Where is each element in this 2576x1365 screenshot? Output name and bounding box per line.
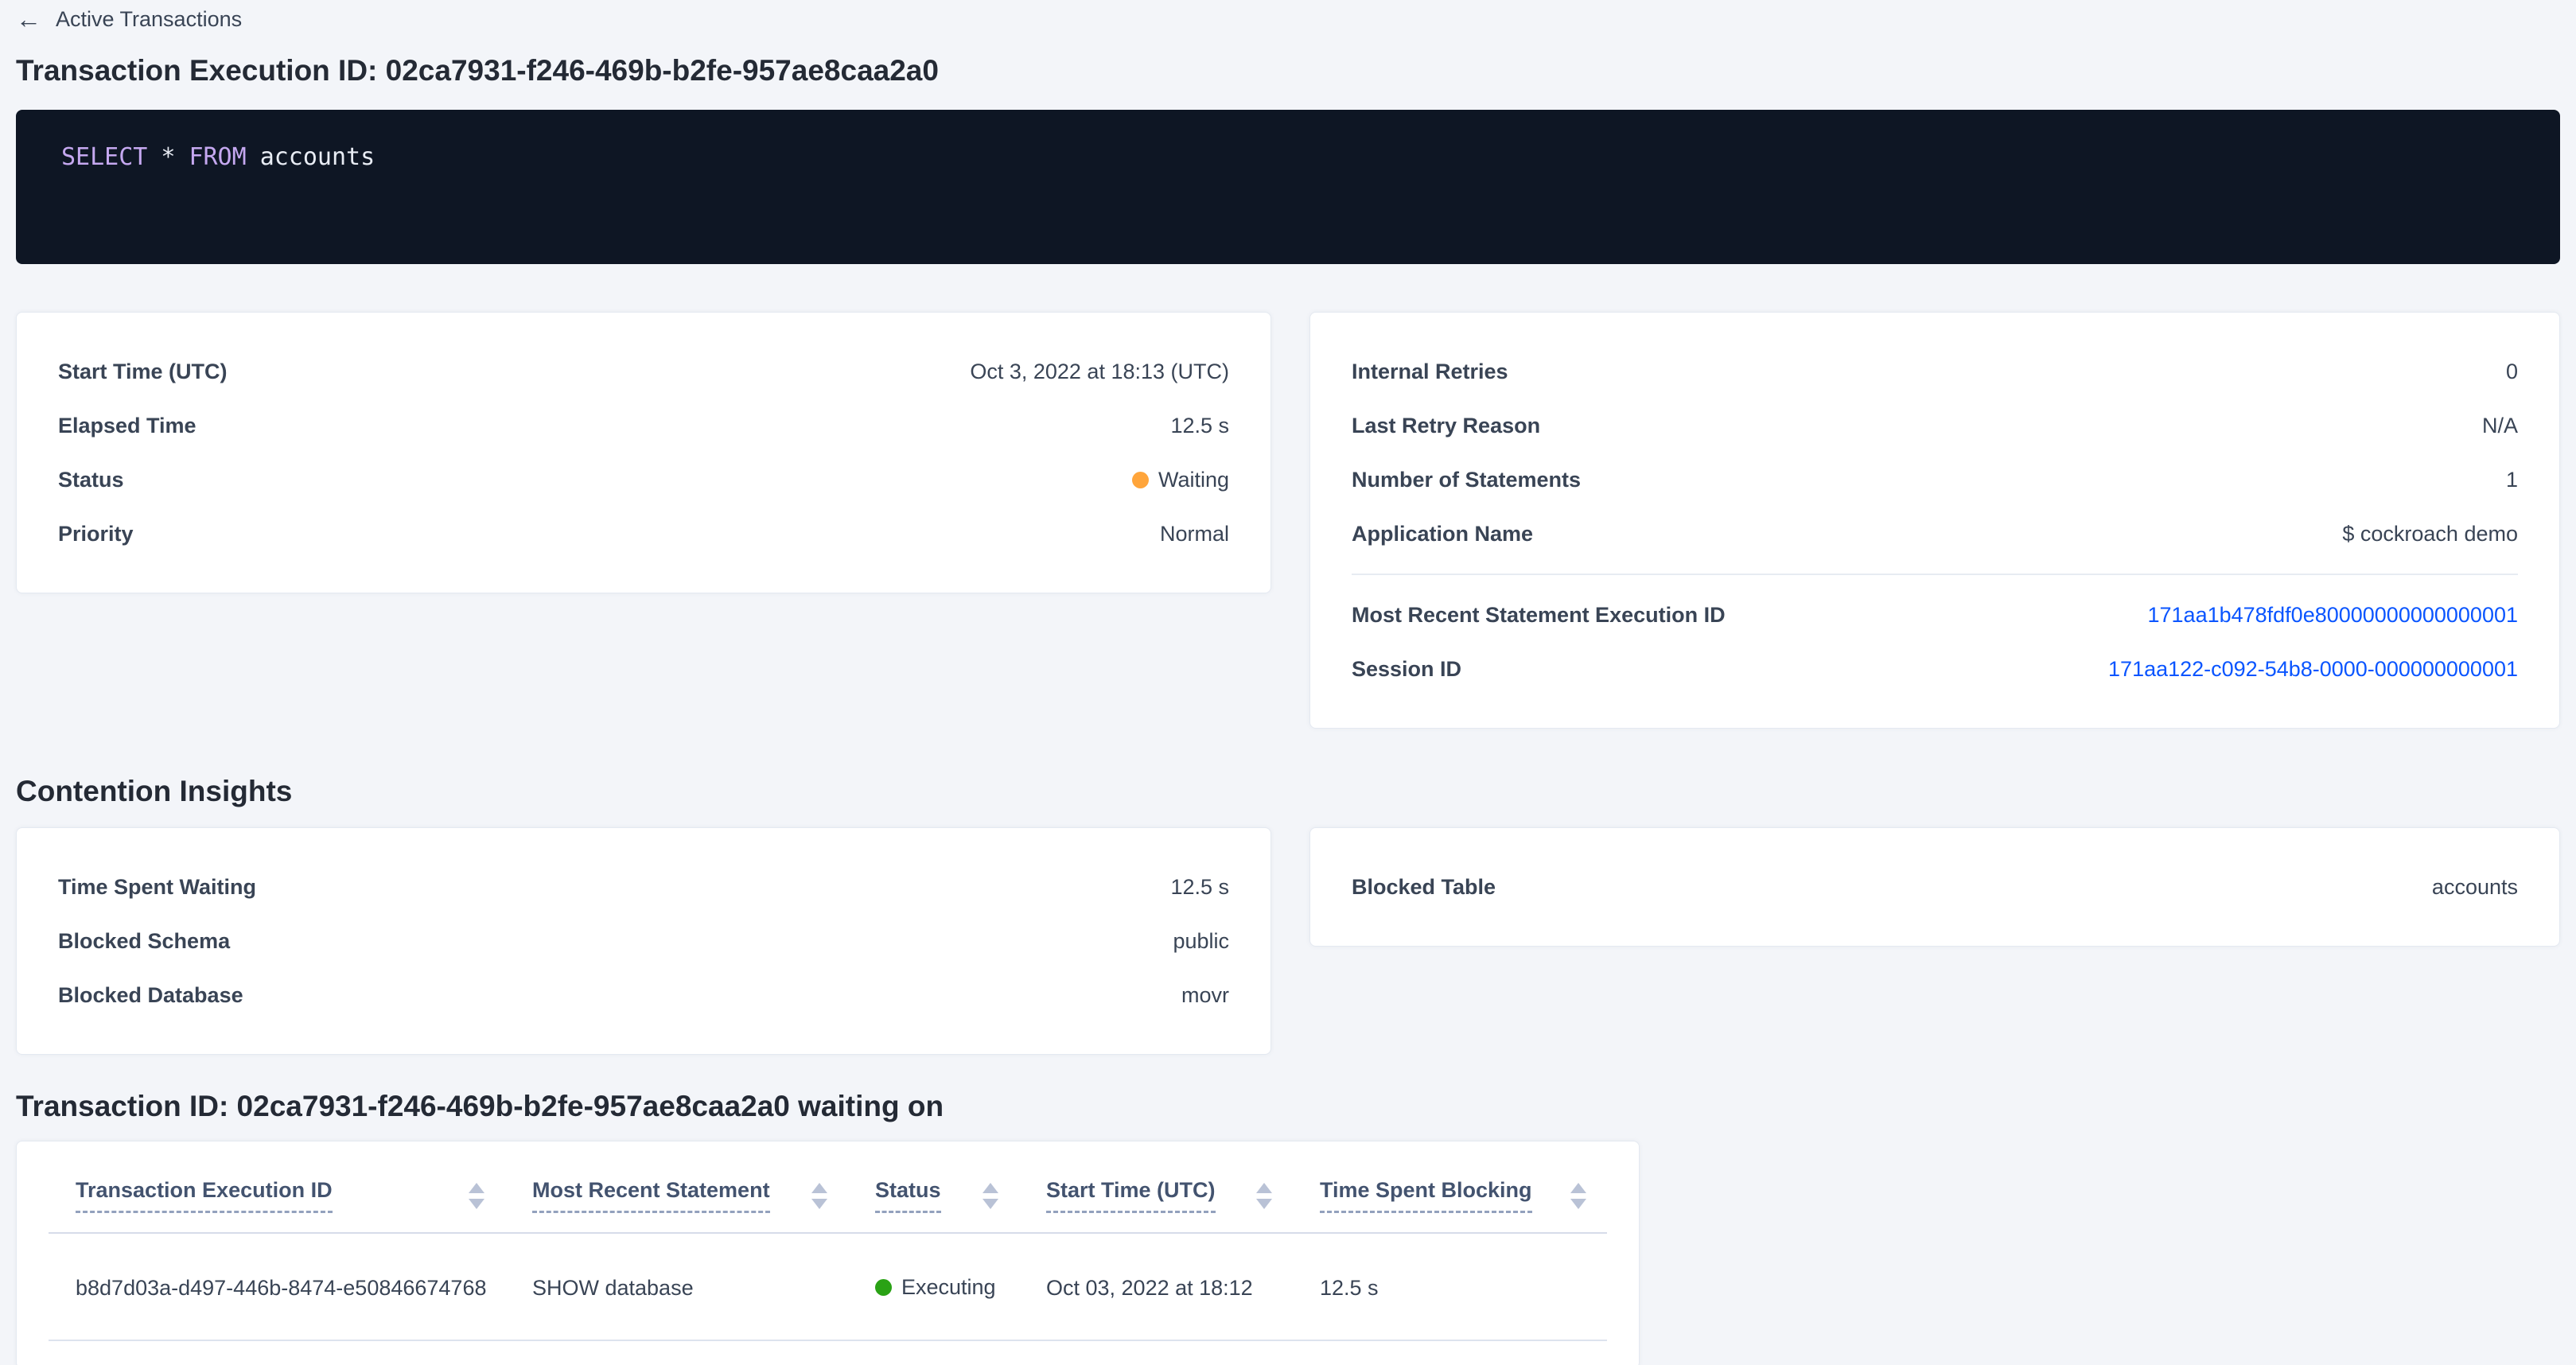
time-spent-waiting-value: 12.5 s <box>1170 875 1229 900</box>
blocked-table-value: accounts <box>2432 875 2518 900</box>
breadcrumb-back-link[interactable]: ← Active Transactions <box>16 0 242 32</box>
internal-retries-value: 0 <box>2506 360 2518 384</box>
statement-execution-id-row: Most Recent Statement Execution ID 171aa… <box>1352 588 2518 642</box>
cell-start-time: Oct 03, 2022 at 18:12 <box>1019 1233 1293 1340</box>
column-label-status[interactable]: Status <box>875 1178 941 1213</box>
column-header-status: Status <box>848 1141 1019 1233</box>
sort-icon[interactable] <box>811 1183 827 1209</box>
breadcrumb-label: Active Transactions <box>56 7 242 32</box>
page-title: Transaction Execution ID: 02ca7931-f246-… <box>16 52 2560 89</box>
cell-most-recent-statement: SHOW database <box>505 1233 848 1340</box>
table-row: b8d7d03a-d497-446b-8474-e50846674768 SHO… <box>49 1233 1607 1340</box>
contention-insights-heading: Contention Insights <box>16 773 2560 810</box>
blocked-schema-value: public <box>1173 929 1229 954</box>
sql-keyword-from: FROM <box>189 143 246 171</box>
contention-blocked-table-card: Blocked Table accounts <box>1309 827 2560 947</box>
blocked-table-row: Blocked Table accounts <box>1352 860 2518 914</box>
card-divider <box>1352 574 2518 575</box>
summary-cards-row: Start Time (UTC) Oct 3, 2022 at 18:13 (U… <box>16 312 2560 729</box>
application-name-row: Application Name $ cockroach demo <box>1352 507 2518 561</box>
status-waiting-dot-icon <box>1132 472 1149 488</box>
cell-time-spent-blocking: 12.5 s <box>1293 1233 1607 1340</box>
time-spent-waiting-row: Time Spent Waiting 12.5 s <box>58 860 1229 914</box>
status-executing-text: Executing <box>901 1275 996 1300</box>
application-name-value: $ cockroach demo <box>2342 522 2518 546</box>
column-label-start-time[interactable]: Start Time (UTC) <box>1046 1178 1216 1213</box>
internal-retries-row: Internal Retries 0 <box>1352 344 2518 399</box>
column-header-most-recent-statement: Most Recent Statement <box>505 1141 848 1233</box>
sql-statement-box: SELECT * FROM accounts <box>16 110 2560 264</box>
status-text: Waiting <box>1158 468 1229 492</box>
contention-waiting-card: Time Spent Waiting 12.5 s Blocked Schema… <box>16 827 1271 1055</box>
column-label-most-recent-statement[interactable]: Most Recent Statement <box>532 1178 770 1213</box>
blocked-table-label: Blocked Table <box>1352 875 1496 900</box>
blocked-schema-label: Blocked Schema <box>58 929 230 954</box>
number-of-statements-row: Number of Statements 1 <box>1352 453 2518 507</box>
start-time-label: Start Time (UTC) <box>58 360 228 384</box>
statement-execution-id-link[interactable]: 171aa1b478fdf0e80000000000000001 <box>2148 603 2519 628</box>
contention-cards-row: Time Spent Waiting 12.5 s Blocked Schema… <box>16 827 2560 1055</box>
sort-icon[interactable] <box>983 1183 998 1209</box>
blocked-schema-row: Blocked Schema public <box>58 914 1229 968</box>
application-name-label: Application Name <box>1352 522 1533 546</box>
statement-execution-id-label: Most Recent Statement Execution ID <box>1352 603 1726 628</box>
session-id-row: Session ID 171aa122-c092-54b8-0000-00000… <box>1352 642 2518 696</box>
column-header-time-spent-blocking: Time Spent Blocking <box>1293 1141 1607 1233</box>
status-row: Status Waiting <box>58 453 1229 507</box>
start-time-value: Oct 3, 2022 at 18:13 (UTC) <box>970 360 1229 384</box>
time-spent-waiting-label: Time Spent Waiting <box>58 875 256 900</box>
sql-keyword-select: SELECT <box>61 143 147 171</box>
sort-icon[interactable] <box>1256 1183 1272 1209</box>
session-id-link[interactable]: 171aa122-c092-54b8-0000-000000000001 <box>2108 657 2518 682</box>
status-label: Status <box>58 468 124 492</box>
cell-transaction-execution-id: b8d7d03a-d497-446b-8474-e50846674768 <box>49 1233 505 1340</box>
elapsed-time-label: Elapsed Time <box>58 414 197 438</box>
last-retry-reason-value: N/A <box>2482 414 2518 438</box>
status-value: Waiting <box>1132 468 1229 492</box>
waiting-on-heading: Transaction ID: 02ca7931-f246-469b-b2fe-… <box>16 1088 2560 1125</box>
sql-star: * <box>161 143 175 171</box>
column-header-start-time: Start Time (UTC) <box>1019 1141 1293 1233</box>
elapsed-time-value: 12.5 s <box>1170 414 1229 438</box>
priority-label: Priority <box>58 522 134 546</box>
transaction-details-card: Internal Retries 0 Last Retry Reason N/A… <box>1309 312 2560 729</box>
waiting-on-table-card: Transaction Execution ID Most Recent Sta… <box>16 1141 1640 1365</box>
execution-summary-card: Start Time (UTC) Oct 3, 2022 at 18:13 (U… <box>16 312 1271 593</box>
cell-status: Executing <box>848 1233 1019 1340</box>
blocked-database-label: Blocked Database <box>58 983 243 1008</box>
elapsed-time-row: Elapsed Time 12.5 s <box>58 399 1229 453</box>
sort-icon[interactable] <box>1570 1183 1586 1209</box>
sql-table-name: accounts <box>260 143 376 171</box>
internal-retries-label: Internal Retries <box>1352 360 1508 384</box>
status-executing-dot-icon <box>875 1279 892 1296</box>
number-of-statements-value: 1 <box>2506 468 2518 492</box>
table-header-row: Transaction Execution ID Most Recent Sta… <box>49 1141 1607 1233</box>
last-retry-reason-label: Last Retry Reason <box>1352 414 1540 438</box>
number-of-statements-label: Number of Statements <box>1352 468 1581 492</box>
waiting-on-table: Transaction Execution ID Most Recent Sta… <box>49 1141 1607 1341</box>
priority-value: Normal <box>1160 522 1229 546</box>
blocked-database-value: movr <box>1181 983 1229 1008</box>
priority-row: Priority Normal <box>58 507 1229 561</box>
session-id-label: Session ID <box>1352 657 1461 682</box>
last-retry-reason-row: Last Retry Reason N/A <box>1352 399 2518 453</box>
column-header-transaction-execution-id: Transaction Execution ID <box>49 1141 505 1233</box>
column-label-transaction-execution-id[interactable]: Transaction Execution ID <box>76 1178 333 1213</box>
blocked-database-row: Blocked Database movr <box>58 968 1229 1022</box>
active-transaction-details-page: ← Active Transactions Transaction Execut… <box>0 0 2576 1365</box>
arrow-left-icon: ← <box>16 6 41 32</box>
sort-icon[interactable] <box>469 1183 484 1209</box>
start-time-row: Start Time (UTC) Oct 3, 2022 at 18:13 (U… <box>58 344 1229 399</box>
column-label-time-spent-blocking[interactable]: Time Spent Blocking <box>1320 1178 1532 1213</box>
